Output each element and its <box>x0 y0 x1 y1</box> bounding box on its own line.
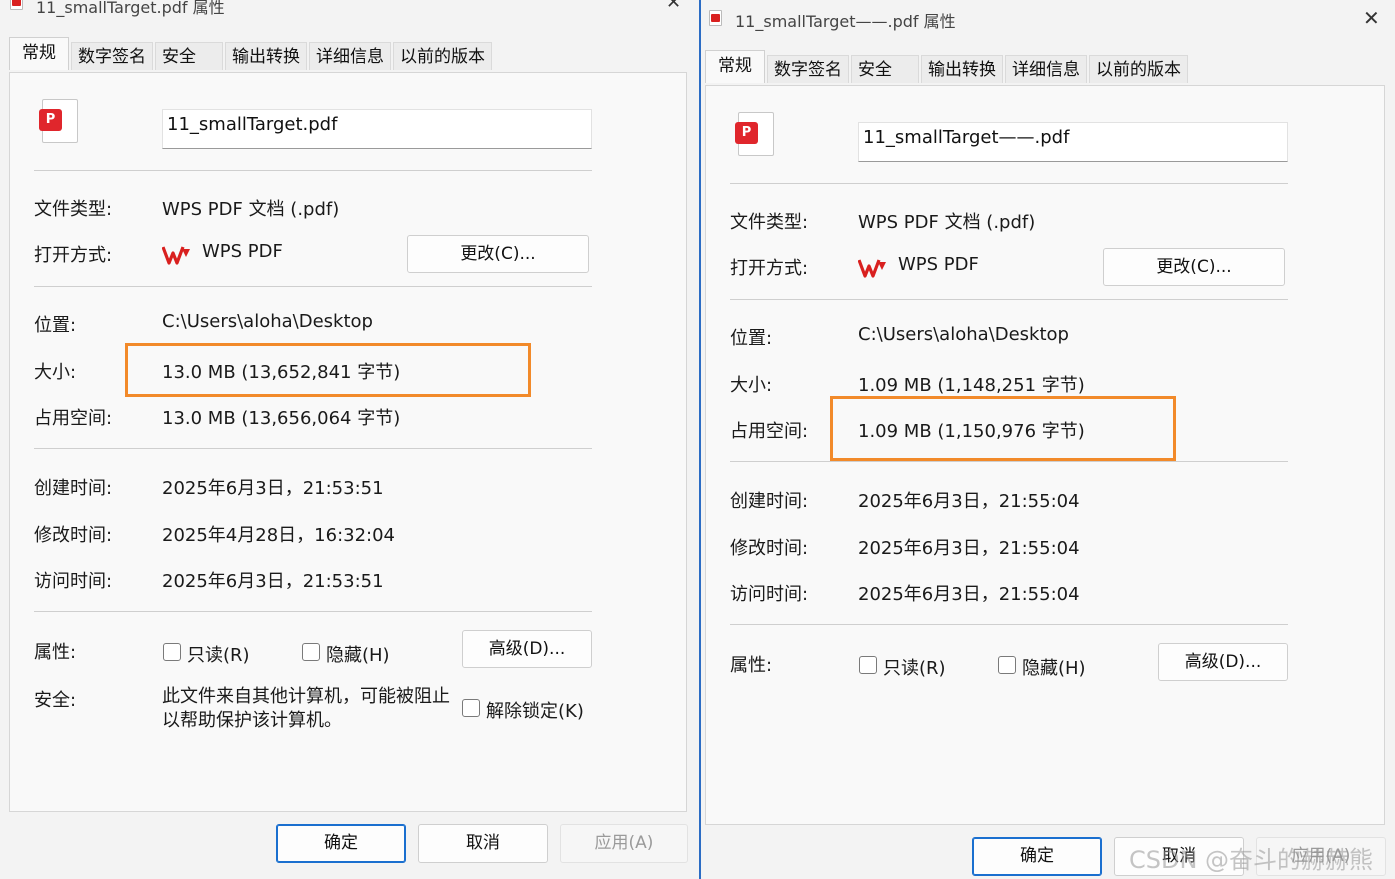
tab-details[interactable]: 详细信息 <box>309 42 391 70</box>
readonly-label[interactable]: 只读(R) <box>187 641 250 667</box>
readonly-checkbox[interactable] <box>859 656 877 674</box>
title-bar: 11_smallTarget.pdf 属性 ✕ <box>0 0 699 26</box>
tab-strip: 常规 数字签名 安全 输出转换 详细信息 以前的版本 <box>9 37 494 70</box>
divider <box>34 611 592 612</box>
file-type-label: 文件类型: <box>730 212 809 233</box>
divider <box>34 448 592 449</box>
divider <box>730 183 1288 184</box>
modified-value: 2025年4月28日，16:32:04 <box>162 525 396 546</box>
hidden-checkbox[interactable] <box>998 656 1016 674</box>
file-type-label: 文件类型: <box>34 199 113 220</box>
pdf-file-icon <box>709 10 722 26</box>
modified-label: 修改时间: <box>730 538 809 559</box>
tab-previous-versions[interactable]: 以前的版本 <box>393 42 492 70</box>
window-title: 11_smallTarget——.pdf 属性 <box>735 12 956 31</box>
created-value: 2025年6月3日，21:53:51 <box>162 478 384 499</box>
tab-security[interactable]: 安全 <box>851 55 919 83</box>
unblock-checkbox[interactable] <box>462 699 480 717</box>
pdf-file-icon <box>10 0 23 10</box>
disk-size-label: 占用空间: <box>730 421 809 442</box>
disk-size-value: 13.0 MB (13,656,064 字节) <box>162 408 401 429</box>
size-label: 大小: <box>34 362 77 383</box>
advanced-button[interactable]: 高级(D)... <box>462 630 592 668</box>
hidden-label[interactable]: 隐藏(H) <box>1022 654 1086 680</box>
accessed-label: 访问时间: <box>730 584 809 605</box>
wps-logo-icon <box>162 246 190 265</box>
close-icon[interactable]: ✕ <box>1363 8 1380 28</box>
created-value: 2025年6月3日，21:55:04 <box>858 491 1080 512</box>
accessed-label: 访问时间: <box>34 571 113 592</box>
tab-general[interactable]: 常规 <box>9 37 69 70</box>
tab-digital-signature[interactable]: 数字签名 <box>767 55 849 83</box>
apply-button[interactable]: 应用(A) <box>560 824 688 863</box>
size-highlight-box <box>125 343 531 397</box>
tab-general[interactable]: 常规 <box>705 50 765 83</box>
change-button[interactable]: 更改(C)... <box>407 235 589 273</box>
accessed-value: 2025年6月3日，21:55:04 <box>858 584 1080 605</box>
location-label: 位置: <box>730 328 773 349</box>
modified-label: 修改时间: <box>34 525 113 546</box>
readonly-checkbox[interactable] <box>163 643 181 661</box>
cancel-button[interactable]: 取消 <box>418 824 548 863</box>
size-value: 1.09 MB (1,148,251 字节) <box>858 375 1085 396</box>
location-value: C:\Users\aloha\Desktop <box>162 311 373 332</box>
accessed-value: 2025年6月3日，21:53:51 <box>162 571 384 592</box>
hidden-label[interactable]: 隐藏(H) <box>326 641 390 667</box>
open-with-value: WPS PDF <box>898 254 979 275</box>
location-label: 位置: <box>34 315 77 336</box>
close-icon[interactable]: ✕ <box>666 0 681 12</box>
filename-input[interactable]: 11_smallTarget.pdf <box>162 109 592 149</box>
tab-security[interactable]: 安全 <box>155 42 223 70</box>
general-panel: P 11_smallTarget.pdf 文件类型: WPS PDF 文档 (.… <box>9 72 687 812</box>
security-message-line2: 以帮助保护该计算机。 <box>162 710 342 731</box>
filename-input[interactable]: 11_smallTarget——.pdf <box>858 122 1288 162</box>
tab-strip: 常规 数字签名 安全 输出转换 详细信息 以前的版本 <box>705 50 1190 83</box>
security-message: 此文件来自其他计算机，可能被阻止 以帮助保护该计算机。 <box>162 685 450 733</box>
readonly-label[interactable]: 只读(R) <box>883 654 946 680</box>
attributes-label: 属性: <box>730 655 773 676</box>
title-bar: 11_smallTarget——.pdf 属性 ✕ <box>701 0 1395 40</box>
window-title: 11_smallTarget.pdf 属性 <box>36 0 225 17</box>
disk-size-label: 占用空间: <box>34 408 113 429</box>
pdf-document-icon: P <box>39 99 78 143</box>
divider <box>34 170 592 171</box>
tab-digital-signature[interactable]: 数字签名 <box>71 42 153 70</box>
tab-previous-versions[interactable]: 以前的版本 <box>1089 55 1188 83</box>
location-value: C:\Users\aloha\Desktop <box>858 324 1069 345</box>
created-label: 创建时间: <box>730 491 809 512</box>
file-type-value: WPS PDF 文档 (.pdf) <box>858 212 1036 233</box>
ok-button[interactable]: 确定 <box>972 837 1102 876</box>
wps-logo-icon <box>858 259 886 278</box>
security-message-line1: 此文件来自其他计算机，可能被阻止 <box>162 686 450 707</box>
open-with-label: 打开方式: <box>34 245 113 266</box>
divider <box>730 461 1288 462</box>
tab-output-conversion[interactable]: 输出转换 <box>225 42 307 70</box>
security-label: 安全: <box>34 690 77 711</box>
change-button[interactable]: 更改(C)... <box>1103 248 1285 286</box>
open-with-value: WPS PDF <box>202 241 283 262</box>
tab-output-conversion[interactable]: 输出转换 <box>921 55 1003 83</box>
pdf-badge: P <box>39 109 62 131</box>
divider <box>730 299 1288 300</box>
disk-size-highlight-box <box>830 396 1176 461</box>
tab-details[interactable]: 详细信息 <box>1005 55 1087 83</box>
properties-window-left: 11_smallTarget.pdf 属性 ✕ 常规 数字签名 安全 输出转换 … <box>0 0 699 879</box>
advanced-button[interactable]: 高级(D)... <box>1158 643 1288 681</box>
file-type-value: WPS PDF 文档 (.pdf) <box>162 199 340 220</box>
size-label: 大小: <box>730 375 773 396</box>
watermark-text: CSDN @奋斗的赫赫熊 <box>1129 846 1374 874</box>
general-panel: P 11_smallTarget——.pdf 文件类型: WPS PDF 文档 … <box>705 85 1385 825</box>
pdf-document-icon: P <box>735 112 774 156</box>
modified-value: 2025年6月3日，21:55:04 <box>858 538 1080 559</box>
ok-button[interactable]: 确定 <box>276 824 406 863</box>
divider <box>34 286 592 287</box>
pdf-badge: P <box>735 122 758 144</box>
properties-window-right: 11_smallTarget——.pdf 属性 ✕ 常规 数字签名 安全 输出转… <box>701 0 1395 879</box>
hidden-checkbox[interactable] <box>302 643 320 661</box>
open-with-label: 打开方式: <box>730 258 809 279</box>
attributes-label: 属性: <box>34 642 77 663</box>
created-label: 创建时间: <box>34 478 113 499</box>
unblock-label[interactable]: 解除锁定(K) <box>486 697 584 723</box>
divider <box>730 624 1288 625</box>
